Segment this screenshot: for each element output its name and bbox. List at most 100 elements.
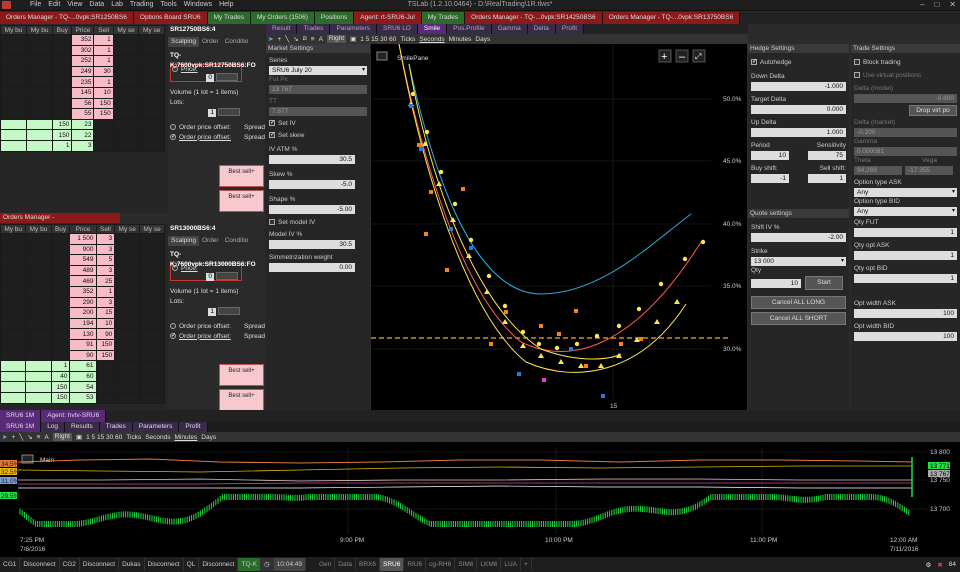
menu-lab[interactable]: Lab	[111, 1, 123, 8]
order-book-cell[interactable]	[114, 233, 141, 245]
order-book-cell[interactable]	[26, 139, 54, 152]
status-item-2[interactable]: Disconnect	[20, 558, 60, 571]
order-book-cell[interactable]	[95, 391, 116, 404]
order-book-cell[interactable]: 3	[71, 139, 95, 152]
menu-data[interactable]: Data	[89, 1, 104, 8]
workspace-tab-4[interactable]: SRU6	[380, 558, 405, 571]
order-book-cell[interactable]	[50, 328, 71, 340]
order-book-cell[interactable]	[114, 381, 141, 393]
order-book-cell[interactable]	[139, 381, 165, 393]
price-chart[interactable]: Main 34.5% 32.5% 31.0% 29.5% 13 800 13 7…	[0, 442, 960, 557]
sell-row[interactable]: 290 3	[0, 296, 165, 309]
status-item-4[interactable]: Disconnect	[80, 558, 120, 571]
menu-windows[interactable]: Windows	[184, 1, 212, 8]
order-book-cell[interactable]	[93, 129, 114, 141]
order-book-cell[interactable]	[139, 275, 165, 287]
chart-settings-icon[interactable]: ▣	[76, 433, 82, 441]
shape-input[interactable]: -5.00	[269, 205, 355, 214]
tab-condition[interactable]: Conditio	[222, 236, 252, 246]
sell-row[interactable]: 469 25	[0, 275, 165, 287]
order-book-cell[interactable]	[114, 264, 141, 277]
order-book-cell[interactable]: 252	[71, 55, 95, 67]
workspace-tab-3[interactable]: BRX6	[356, 558, 381, 571]
series-select[interactable]: SRU6 July 20	[269, 66, 367, 75]
text-tool-icon[interactable]: A	[44, 434, 48, 441]
order-book-cell[interactable]: 25	[95, 275, 116, 287]
col-header[interactable]: My se	[112, 25, 140, 35]
order-book-cell[interactable]: 489	[69, 264, 97, 277]
order-book-cell[interactable]	[139, 328, 165, 340]
order-book-cell[interactable]	[114, 391, 141, 404]
start-button[interactable]: Start	[805, 276, 843, 290]
order-book-cell[interactable]	[139, 285, 165, 298]
order-book-cell[interactable]	[112, 34, 140, 46]
order-book-cell[interactable]	[0, 129, 28, 141]
buy-row[interactable]: 13	[0, 139, 165, 152]
order-book-cell[interactable]	[52, 55, 73, 67]
bottom-subtab-parameters[interactable]: Parameters	[132, 422, 180, 432]
offset-radio-2[interactable]	[170, 331, 176, 341]
order-book-cell[interactable]: 1	[93, 76, 114, 88]
position-select[interactable]: Right	[52, 433, 72, 441]
use-virtual-checkbox[interactable]	[854, 72, 860, 79]
order-book-cell[interactable]	[0, 275, 27, 287]
order-book-cell[interactable]	[26, 34, 54, 46]
orders-manager-2-tab[interactable]: Orders Manager - TQ-...0vpk:SR13000BS6	[0, 213, 120, 231]
order-book-cell[interactable]: 145	[71, 86, 95, 99]
sell-row[interactable]: 130 90	[0, 328, 165, 340]
sell-row[interactable]: 91 150	[0, 338, 165, 351]
shift-iv-input[interactable]: -2.00	[751, 233, 846, 242]
lots-stepper[interactable]	[218, 307, 240, 315]
order-book-cell[interactable]	[114, 307, 141, 319]
order-book-cell[interactable]: 150	[50, 391, 71, 404]
chart-settings-icon[interactable]: ▣	[350, 35, 356, 43]
unit-seconds[interactable]: Seconds	[419, 36, 444, 43]
order-book-cell[interactable]: 235	[71, 76, 95, 88]
order-book-cell[interactable]	[138, 86, 165, 99]
top-tab-4[interactable]: My Orders (1506)	[250, 12, 315, 24]
buy-shift-input[interactable]: -1	[751, 174, 789, 183]
order-book-cell[interactable]	[0, 34, 28, 46]
order-book-cell[interactable]: 549	[69, 254, 97, 266]
order-book-cell[interactable]	[112, 55, 140, 67]
order-book-cell[interactable]	[139, 317, 165, 330]
order-book-cell[interactable]: 53	[69, 391, 97, 404]
menu-tools[interactable]: Tools	[160, 1, 176, 8]
order-book-cell[interactable]	[114, 243, 141, 256]
order-book-cell[interactable]	[112, 139, 140, 152]
top-tab-7[interactable]: My Trades	[421, 12, 466, 24]
order-book-cell[interactable]	[114, 349, 141, 362]
status-item-7[interactable]: QL	[184, 558, 200, 571]
close-icon[interactable]: ✕	[949, 0, 956, 9]
menu-file[interactable]: File	[30, 1, 41, 8]
workspace-tab-5[interactable]: RIU6	[404, 558, 427, 571]
order-book-cell[interactable]	[114, 254, 141, 266]
order-book-cell[interactable]	[0, 370, 27, 383]
set-model-iv-checkbox[interactable]	[269, 219, 275, 226]
text-tool-icon[interactable]: A	[319, 36, 323, 43]
sell-row[interactable]: 56 150	[0, 97, 165, 110]
lots-stepper[interactable]	[218, 108, 240, 116]
order-book-cell[interactable]	[50, 285, 71, 298]
top-tab-5[interactable]: Positions	[314, 12, 355, 24]
order-book-cell[interactable]	[139, 370, 165, 383]
ray-tool-icon[interactable]: ↘	[293, 35, 298, 43]
order-book-cell[interactable]	[26, 55, 54, 67]
col-header[interactable]: Sell	[93, 25, 114, 35]
order-book-cell[interactable]: 10	[95, 317, 116, 330]
best-sell-button[interactable]: Best sell+	[219, 165, 264, 187]
sell-row[interactable]: 352 1	[0, 34, 165, 46]
order-book-cell[interactable]	[139, 233, 165, 245]
sell-row[interactable]: 55 150	[0, 108, 165, 120]
order-book-cell[interactable]: 150	[95, 338, 116, 351]
order-book-cell[interactable]	[50, 243, 71, 256]
order-book-cell[interactable]	[93, 139, 114, 152]
order-book-cell[interactable]	[138, 44, 165, 57]
order-book-cell[interactable]	[52, 65, 73, 78]
order-book-cell[interactable]	[0, 317, 27, 330]
order-book-cell[interactable]	[0, 307, 27, 319]
order-book-cell[interactable]	[112, 86, 140, 99]
top-tab-6[interactable]: Agent: rt-SRU6-Jul	[354, 12, 422, 24]
pane-menu-icon[interactable]	[376, 51, 388, 61]
order-book-cell[interactable]	[139, 254, 165, 266]
